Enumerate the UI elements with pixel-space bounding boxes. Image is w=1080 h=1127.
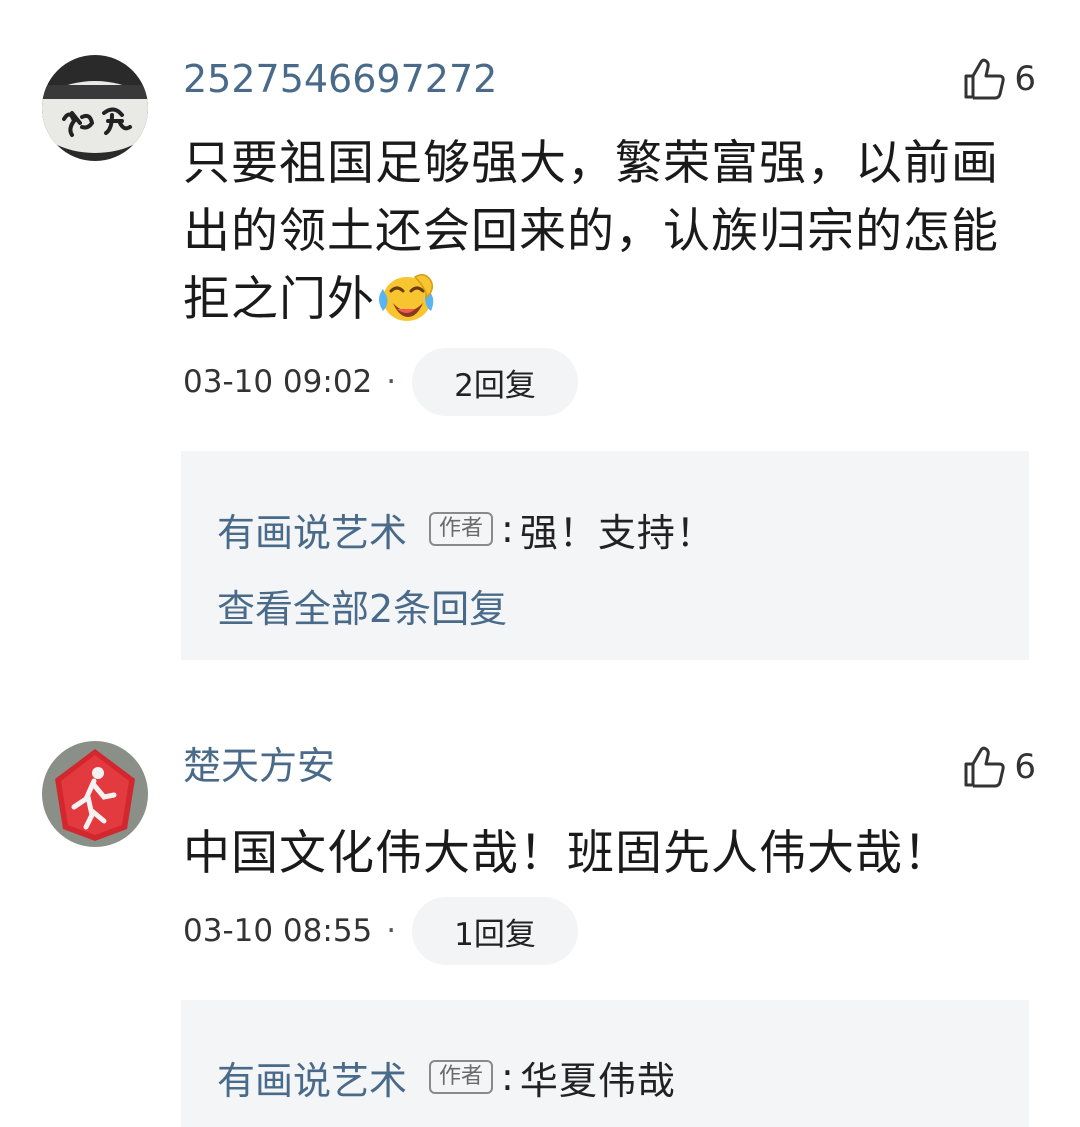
reply-preview-box[interactable]: 有画说艺术 作者 : 强！支持！ 查看全部2条回复 [181,451,1029,660]
view-all-replies-link[interactable]: 查看全部2条回复 [217,579,507,639]
reply-line: 有画说艺术 作者 : 强！支持！ [217,499,715,559]
calligraphy-avatar-icon [42,55,148,161]
reply-separator: : [501,1055,514,1099]
author-badge: 作者 [429,512,494,546]
comment-meta: 03-10 09:02 · 2回复 [183,348,578,416]
meta-separator: · [386,913,397,949]
reply-preview-box[interactable]: 有画说艺术 作者 : 华夏伟哉 [181,1000,1029,1127]
comment-text-line: 出的领土还会回来的，认族归宗的怎能 [183,204,999,259]
red-badge-avatar-icon [42,741,148,847]
like-button[interactable]: 6 [962,744,1036,790]
comment-timestamp: 03-10 09:02 [183,364,373,400]
comment-text-line: 拒之门外 [183,266,1033,334]
reply-separator: : [501,507,514,551]
comment-text-line: 只要祖国足够强大，繁荣富强，以前画 [183,136,999,191]
reply-count-button[interactable]: 2回复 [412,348,578,416]
reply-text: 强！支持！ [519,510,715,555]
comment-text: 中国文化伟大哉！班固先人伟大哉！ [183,820,1033,888]
reply-author[interactable]: 有画说艺术 [217,502,407,557]
laughing-crying-emoji-icon [379,274,434,321]
thumbs-up-icon [964,58,1006,100]
comment-meta: 03-10 08:55 · 1回复 [183,897,578,965]
reply-text: 华夏伟哉 [519,1058,676,1103]
reply-count-button[interactable]: 1回复 [412,897,578,965]
reply-author[interactable]: 有画说艺术 [217,1050,407,1105]
like-count: 6 [1014,59,1036,99]
user-avatar[interactable] [42,741,148,847]
reply-line: 有画说艺术 作者 : 华夏伟哉 [217,1047,676,1107]
comment-username[interactable]: 2527546697272 [183,54,497,104]
user-avatar[interactable] [42,55,148,161]
comment-text-line: 中国文化伟大哉！班固先人伟大哉！ [183,826,951,881]
comment-timestamp: 03-10 08:55 [183,913,373,949]
comment-text: 只要祖国足够强大，繁荣富强，以前画 出的领土还会回来的，认族归宗的怎能 拒之门外 [183,130,1033,334]
author-badge: 作者 [429,1060,494,1094]
meta-separator: · [386,364,397,400]
like-count: 6 [1014,747,1036,787]
comment-username[interactable]: 楚天方安 [183,741,335,791]
like-button[interactable]: 6 [962,56,1036,102]
thumbs-up-icon [964,746,1006,788]
